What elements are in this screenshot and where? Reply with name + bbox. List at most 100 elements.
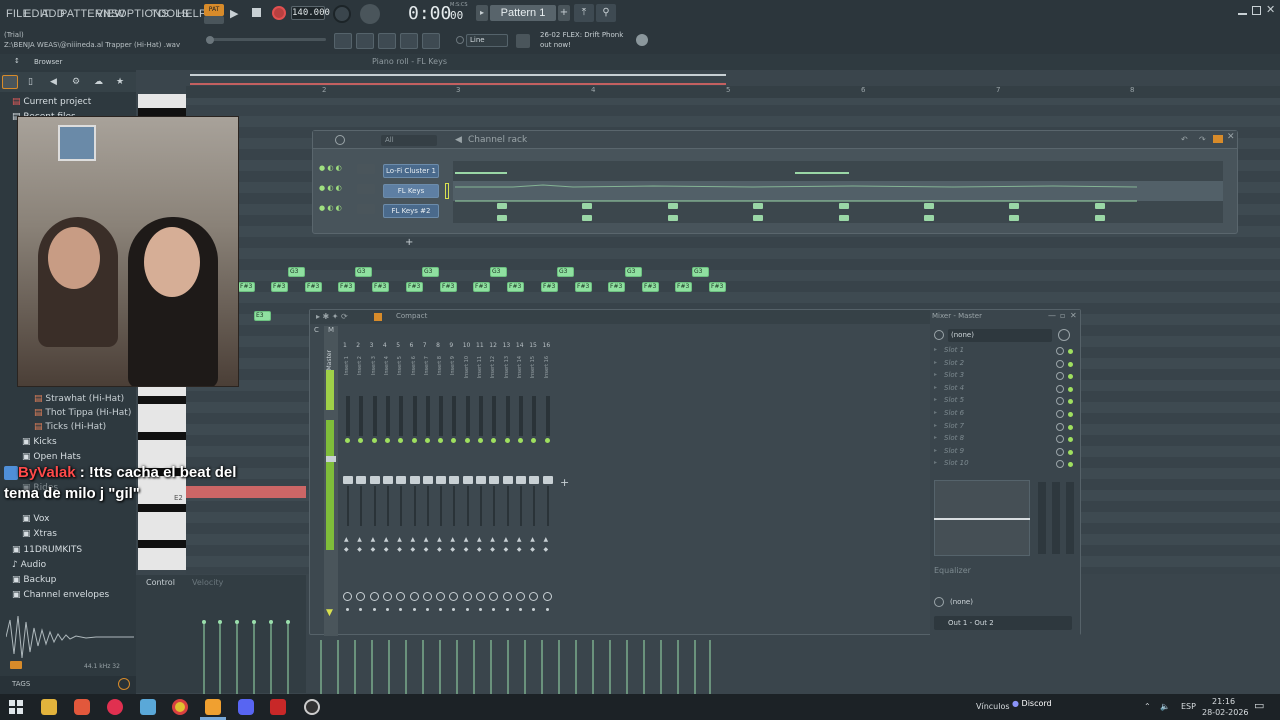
channel-mixer-track[interactable] xyxy=(357,164,375,174)
insert-route-icon[interactable]: ▲ xyxy=(477,536,482,543)
insert-send-icon[interactable] xyxy=(465,608,469,611)
insert-led-icon[interactable] xyxy=(464,438,470,443)
insert-pan-knob[interactable] xyxy=(502,592,512,601)
step-note[interactable] xyxy=(839,203,849,209)
channel-led[interactable]: ● ◐ ◐ xyxy=(319,204,342,212)
timeline-ruler[interactable]: 2 3 4 5 6 7 8 xyxy=(186,86,1280,98)
browser-item-11drumkits[interactable]: ▣ 11DRUMKITS xyxy=(12,545,82,555)
insert-track[interactable]: 1 Insert 1 ▲ ◆ xyxy=(342,342,354,646)
typing-keyboard-icon[interactable]: ⤒ xyxy=(574,4,594,22)
insert-led-icon[interactable] xyxy=(438,438,444,443)
vinculos-label[interactable]: Vínculos xyxy=(976,702,1010,711)
note-f3[interactable]: F#3 xyxy=(608,282,625,292)
clock-date[interactable]: 28-02-2026 xyxy=(1202,708,1249,717)
slot-mix-knob[interactable] xyxy=(1056,447,1064,456)
insert-led-icon[interactable] xyxy=(371,438,377,443)
insert-fader[interactable] xyxy=(422,476,433,484)
tempo-display[interactable]: 140.000 xyxy=(291,6,330,20)
step-note[interactable] xyxy=(753,215,763,221)
insert-route-icon[interactable]: ▲ xyxy=(490,536,495,543)
browser-icon[interactable] xyxy=(422,33,440,49)
media-player-icon[interactable] xyxy=(107,699,123,715)
insert-led-icon[interactable] xyxy=(478,438,483,443)
insert-track[interactable]: 4 Insert 4 ▲ ◆ xyxy=(382,342,394,646)
add-pattern-icon[interactable]: + xyxy=(558,5,570,21)
slot-mix-knob[interactable] xyxy=(1056,372,1064,381)
step-note[interactable] xyxy=(668,203,678,209)
snap-select[interactable]: Line xyxy=(466,34,508,47)
step-note[interactable] xyxy=(497,203,507,209)
slot-mix-knob[interactable] xyxy=(1056,460,1064,469)
insert-route-icon[interactable]: ▲ xyxy=(384,536,389,543)
note-f3[interactable]: F#3 xyxy=(406,282,423,292)
insert-route-icon[interactable]: ◆ xyxy=(424,546,429,553)
slot-enable-led[interactable] xyxy=(1068,361,1073,367)
note-f3[interactable]: F#3 xyxy=(473,282,490,292)
browser-item-strawhat[interactable]: ▤ Strawhat (Hi-Hat) xyxy=(34,394,124,404)
playlist-icon[interactable] xyxy=(334,33,352,49)
insert-route-icon[interactable]: ▲ xyxy=(504,536,509,543)
insert-pan-knob[interactable] xyxy=(489,592,499,601)
browser-all-icon[interactable] xyxy=(2,75,18,89)
slot-enable-led[interactable] xyxy=(1068,386,1073,392)
channel-filter[interactable]: All xyxy=(381,135,437,146)
effect-slot[interactable]: ▸ Slot 10 xyxy=(932,459,1076,470)
insert-led-icon[interactable] xyxy=(504,438,510,443)
channel-lofi-cluster[interactable]: Lo-Fi Cluster 1 xyxy=(383,164,439,178)
insert-route-icon[interactable]: ◆ xyxy=(530,546,535,553)
insert-led-icon[interactable] xyxy=(451,438,457,443)
output-select[interactable]: Out 1 - Out 2 xyxy=(934,616,1072,630)
insert-track[interactable]: 8 Insert 8 ▲ ◆ xyxy=(435,342,447,646)
insert-track[interactable]: 7 Insert 7 ▲ ◆ xyxy=(422,342,434,646)
windows-start-icon[interactable] xyxy=(8,699,24,715)
effect-slot[interactable]: ▸ Slot 2 xyxy=(932,359,1076,370)
notification-icon[interactable]: ▭ xyxy=(1254,699,1264,712)
channel-rack-icon[interactable] xyxy=(378,33,396,49)
slot-enable-led[interactable] xyxy=(1068,412,1073,417)
note-g3[interactable]: G3 xyxy=(625,267,642,277)
effect-slot[interactable]: ▸ Slot 3 xyxy=(932,371,1076,382)
insert-led-icon[interactable] xyxy=(517,438,523,443)
insert-route-icon[interactable]: ▲ xyxy=(397,536,402,543)
minimize-icon[interactable] xyxy=(1238,6,1247,15)
browser-item-xtras[interactable]: ▣ Xtras xyxy=(22,529,57,539)
insert-route-icon[interactable]: ◆ xyxy=(477,546,482,553)
tray-discord[interactable]: ● Discord xyxy=(1012,699,1052,708)
effect-slot[interactable]: ▸ Slot 1 xyxy=(932,346,1076,357)
obs-icon[interactable] xyxy=(304,699,320,715)
insert-route-icon[interactable]: ▲ xyxy=(371,536,376,543)
maximize-icon[interactable] xyxy=(1252,6,1261,15)
note-g3[interactable]: G3 xyxy=(355,267,372,277)
panel-minimize-icon[interactable]: — xyxy=(1048,311,1056,320)
insert-track[interactable]: 13 Insert 13 ▲ ◆ xyxy=(502,342,514,646)
rack-back-icon[interactable]: ↶ xyxy=(1181,135,1188,144)
note-g3[interactable]: G3 xyxy=(288,267,305,277)
insert-pan-knob[interactable] xyxy=(476,592,485,601)
close-icon[interactable]: ✕ xyxy=(1266,3,1275,16)
insert-fader[interactable] xyxy=(542,476,553,484)
browser-file-icon[interactable]: ▯ xyxy=(28,77,33,87)
insert-fader[interactable] xyxy=(449,476,460,484)
insert-led-icon[interactable] xyxy=(411,438,417,443)
news-icon[interactable] xyxy=(516,34,530,48)
browser-item-kicks[interactable]: ▣ Kicks xyxy=(22,437,57,447)
rack-close-icon[interactable]: ✕ xyxy=(1227,132,1235,142)
channel-led[interactable]: ● ◐ ◐ xyxy=(319,184,342,192)
video-app-icon[interactable] xyxy=(270,699,286,715)
insert-track[interactable]: 9 Insert 9 ▲ ◆ xyxy=(448,342,460,646)
insert-fader[interactable] xyxy=(409,476,420,484)
step-note[interactable] xyxy=(1009,215,1019,221)
volume-icon[interactable]: 🔈 xyxy=(1160,702,1170,711)
effect-slot[interactable]: ▸ Slot 9 xyxy=(932,447,1076,458)
slot-enable-led[interactable] xyxy=(1068,349,1073,354)
browser-plugin-icon[interactable]: ◀ xyxy=(50,77,57,87)
insert-send-icon[interactable] xyxy=(479,608,482,611)
piano-keys-icon[interactable] xyxy=(1213,135,1223,143)
insert-pan-knob[interactable] xyxy=(422,592,432,601)
slot-enable-led[interactable] xyxy=(1068,424,1073,430)
note-f3[interactable]: F#3 xyxy=(642,282,659,292)
master-pitch-knob[interactable] xyxy=(206,36,214,44)
insert-track[interactable]: 5 Insert 5 ▲ ◆ xyxy=(395,342,407,646)
effect-slot[interactable]: ▸ Slot 5 xyxy=(932,396,1076,407)
insert-route-icon[interactable]: ◆ xyxy=(544,546,549,553)
